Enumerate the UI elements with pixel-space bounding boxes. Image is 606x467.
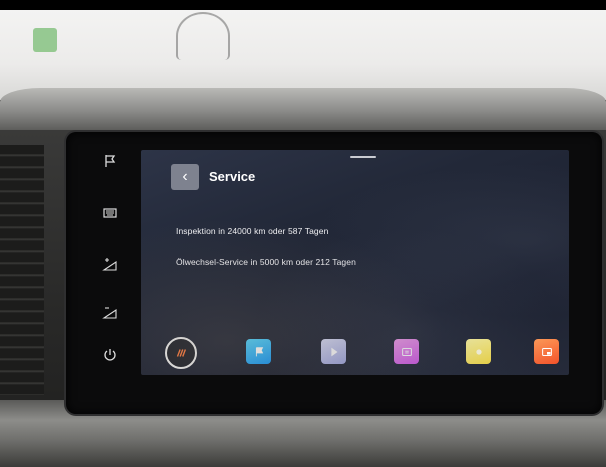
media-app-button[interactable]: [394, 339, 419, 364]
car-icon: [541, 347, 552, 356]
keyboard-icon: [103, 208, 117, 218]
media-icon: [401, 347, 412, 356]
photo-frame: ‹ Service Inspektion in 24000 km oder 58…: [0, 0, 606, 467]
brightness-up-icon: [102, 258, 117, 271]
background-object: [33, 28, 57, 52]
chevron-left-icon: ‹: [182, 168, 188, 185]
home-button[interactable]: [165, 337, 197, 369]
air-vent: [0, 145, 44, 395]
infotainment-screen: ‹ Service Inspektion in 24000 km oder 58…: [141, 150, 569, 375]
brightness-down-icon: [102, 307, 117, 319]
media-play-button[interactable]: [321, 339, 346, 364]
play-icon: [330, 347, 337, 356]
car-app-button[interactable]: [534, 339, 559, 364]
home-icon: [176, 349, 187, 357]
navigation-app-button[interactable]: [246, 339, 271, 364]
power-icon: [104, 349, 116, 361]
background-room: [0, 10, 606, 100]
hardware-buttons: [90, 148, 130, 378]
pull-down-handle[interactable]: [350, 156, 376, 158]
inspection-info: Inspektion in 24000 km oder 587 Tagen: [176, 226, 329, 236]
flag-button[interactable]: [90, 148, 130, 174]
keyboard-button[interactable]: [90, 200, 130, 226]
oil-service-info: Ölwechsel-Service in 5000 km oder 212 Ta…: [176, 257, 356, 267]
page-title: Service: [209, 169, 256, 184]
top-black-bar: [0, 0, 606, 10]
back-button[interactable]: ‹: [171, 164, 199, 190]
flag-icon: [255, 346, 263, 356]
app-dock: [141, 333, 569, 375]
background-lamp: [176, 12, 230, 60]
flag-icon: [105, 155, 116, 167]
brightness-up-button[interactable]: [90, 252, 130, 278]
app-icon: [475, 348, 482, 355]
brightness-down-button[interactable]: [90, 300, 130, 326]
yellow-app-button[interactable]: [466, 339, 491, 364]
power-button[interactable]: [90, 342, 130, 368]
